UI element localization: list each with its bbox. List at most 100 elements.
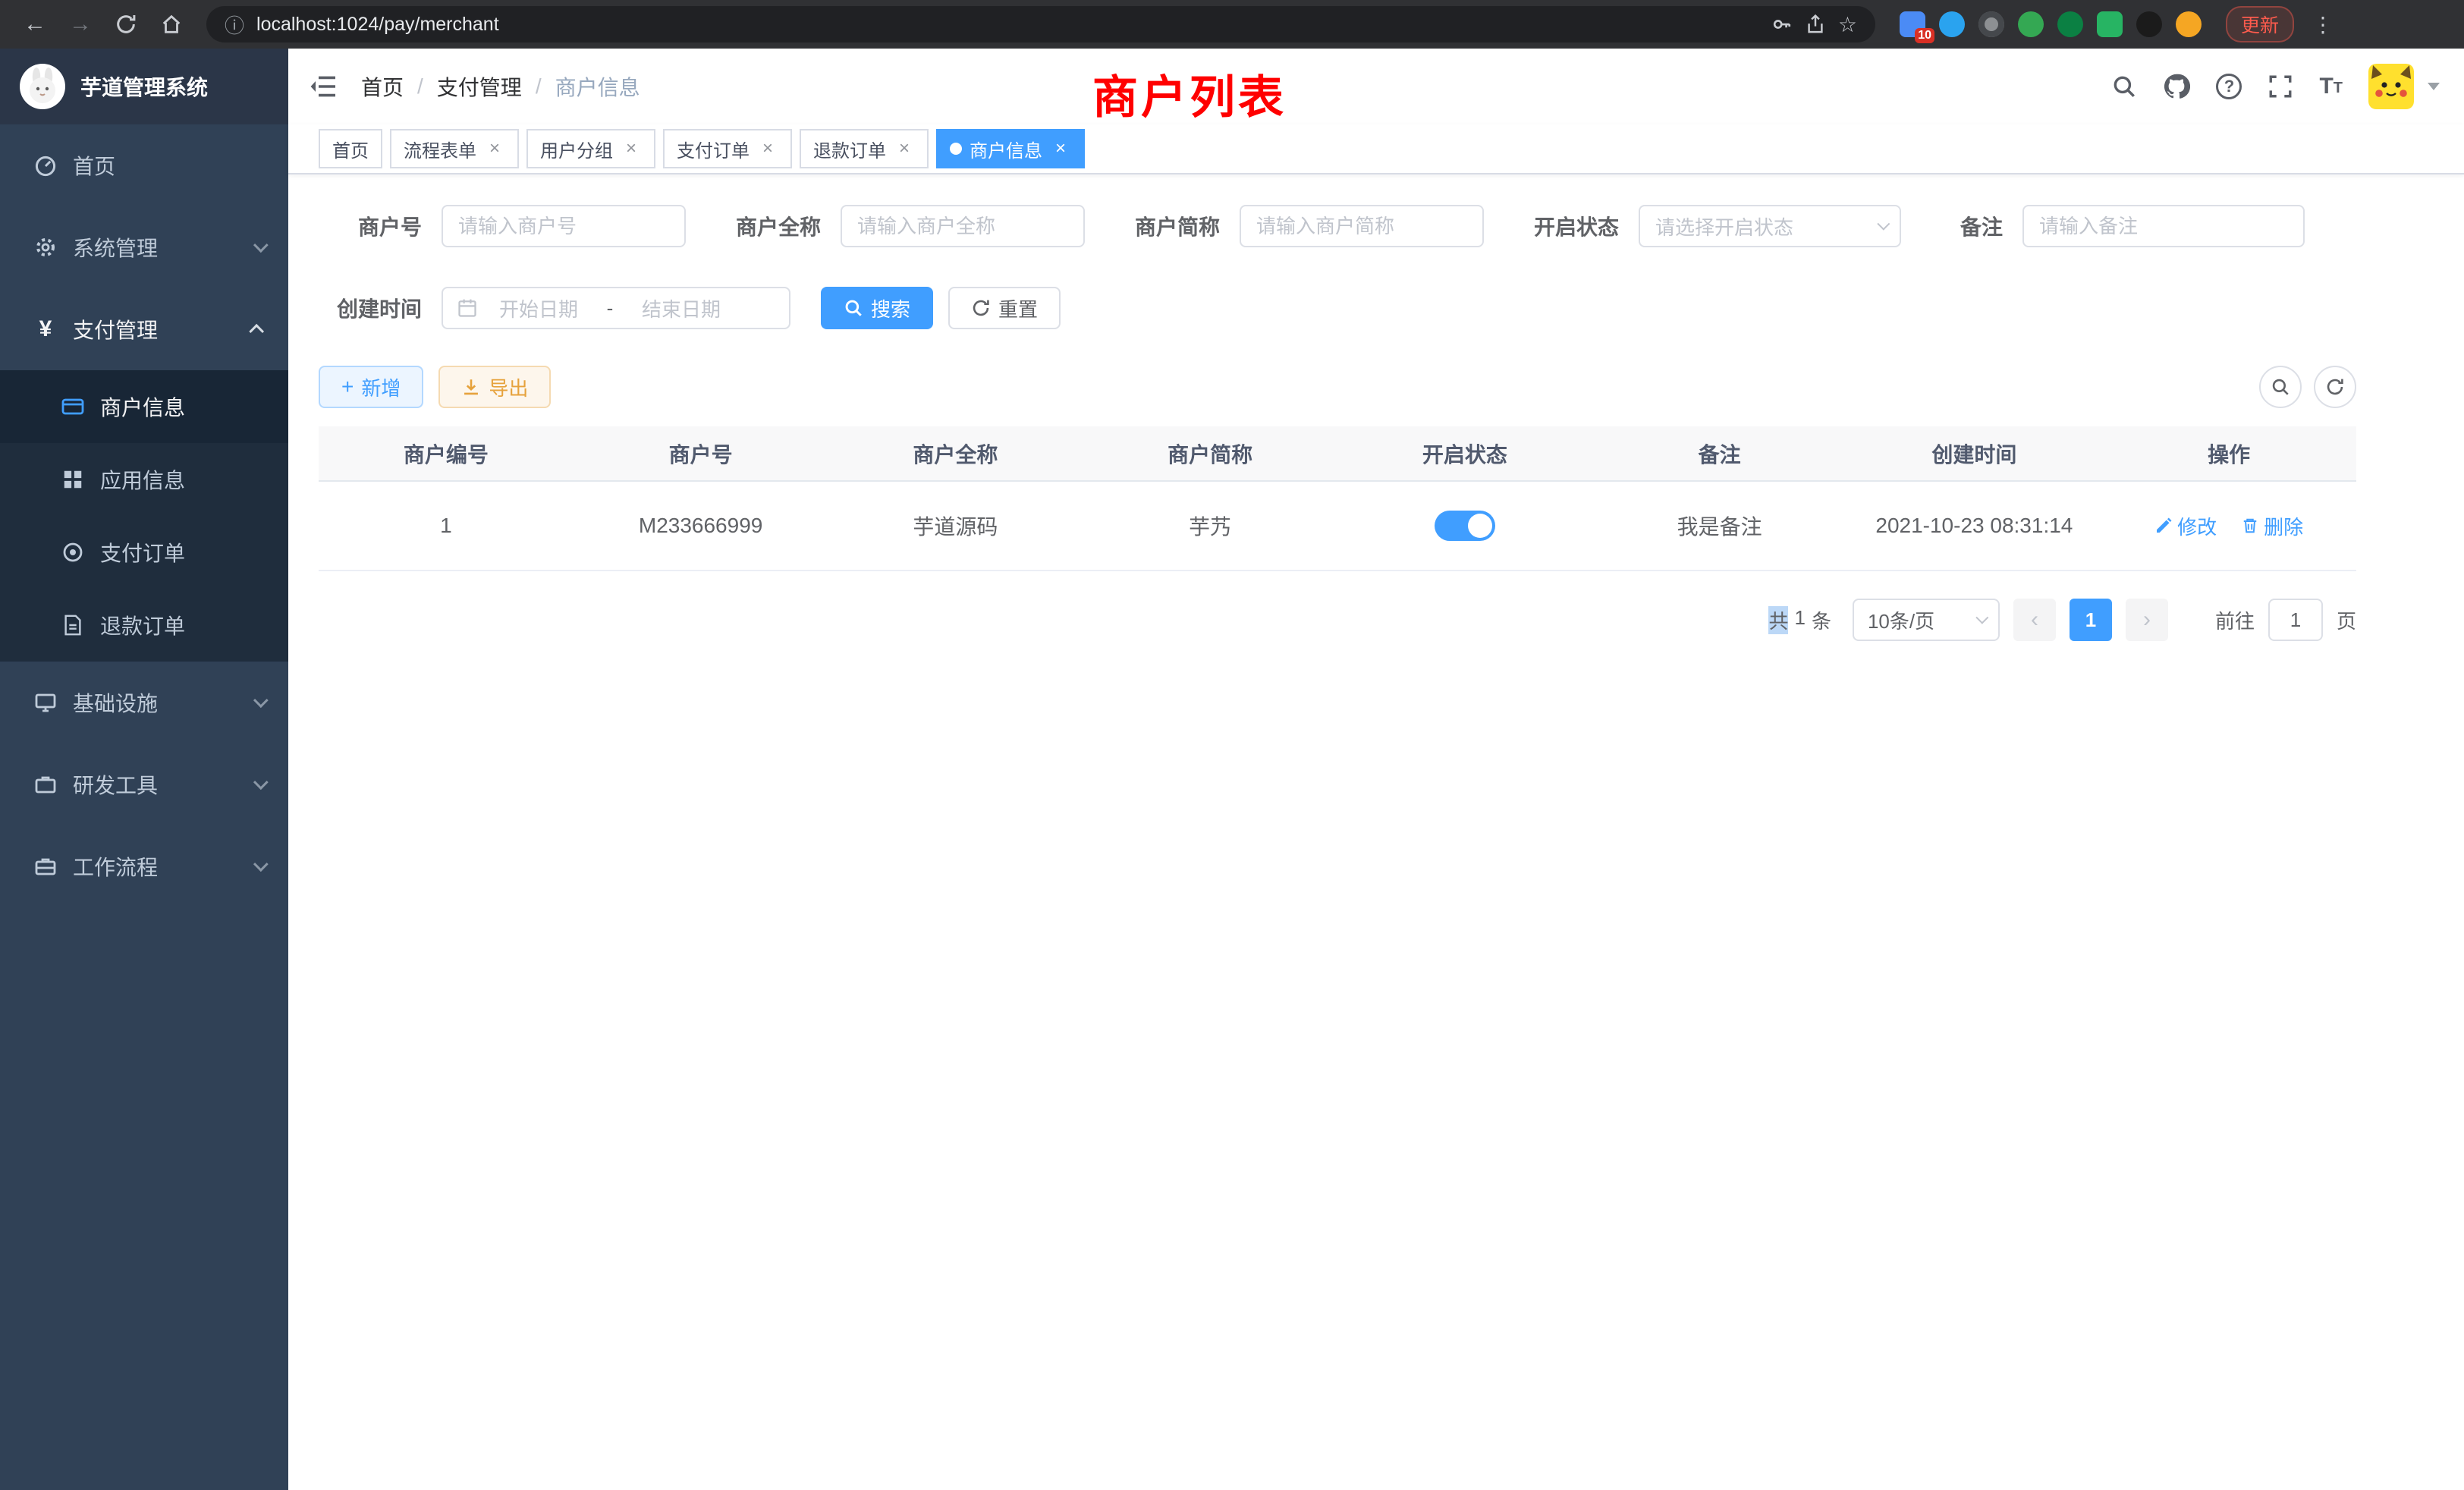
close-icon[interactable]: × (1050, 138, 1071, 159)
goto-label: 前往 (2215, 606, 2255, 634)
remark-input[interactable] (2022, 205, 2305, 247)
cell-short-name: 芋艿 (1083, 481, 1337, 571)
extension-icon-1[interactable]: 10 (1900, 11, 1925, 37)
tab-pay-order[interactable]: 支付订单× (663, 129, 792, 168)
tab-user-group[interactable]: 用户分组× (526, 129, 655, 168)
refresh-icon-button[interactable] (2314, 366, 2356, 408)
chevron-down-icon (1877, 218, 1890, 231)
sidebar-item-pay-order[interactable]: 支付订单 (0, 516, 288, 589)
tab-refund-order[interactable]: 退款订单× (800, 129, 929, 168)
sidebar-item-home[interactable]: 首页 (0, 124, 288, 206)
sidebar-item-infra[interactable]: 基础设施 (0, 662, 288, 743)
sidebar-item-label: 退款订单 (100, 610, 185, 640)
back-icon[interactable]: ← (15, 5, 55, 44)
page-content: 商户号 商户全称 商户简称 开启状态 (288, 174, 2464, 641)
bookmark-star-icon[interactable]: ☆ (1838, 12, 1857, 37)
close-icon[interactable]: × (894, 138, 915, 159)
add-button[interactable]: + 新增 (319, 366, 423, 408)
github-icon[interactable] (2163, 73, 2190, 100)
page-1-button[interactable]: 1 (2070, 599, 2112, 641)
main-area: 首页 / 支付管理 / 商户信息 商户列表 ? (288, 49, 2464, 1490)
search-icon[interactable] (2111, 74, 2137, 99)
close-icon[interactable]: × (757, 138, 778, 159)
breadcrumb-payment[interactable]: 支付管理 (437, 71, 522, 102)
col-header-actions: 操作 (2101, 426, 2356, 481)
prev-page-button[interactable]: ‹ (2013, 599, 2056, 641)
breadcrumb-home[interactable]: 首页 (361, 71, 404, 102)
yen-icon: ¥ (33, 317, 58, 341)
order-record-icon (61, 540, 85, 564)
page-size-select[interactable]: 10条/页 (1853, 599, 2000, 641)
profile-avatar-icon[interactable] (2176, 11, 2202, 37)
sidebar-item-label: 应用信息 (100, 464, 185, 495)
extension-icon-6[interactable] (2097, 11, 2123, 37)
user-avatar[interactable] (2368, 64, 2414, 109)
short-name-input[interactable] (1240, 205, 1484, 247)
user-menu-caret-icon[interactable] (2428, 83, 2440, 90)
goto-page-input[interactable] (2268, 599, 2323, 641)
calendar-icon (457, 297, 478, 319)
end-date-placeholder: 结束日期 (627, 294, 736, 322)
sidebar-item-label: 首页 (73, 150, 115, 181)
chrome-update-button[interactable]: 更新 (2226, 6, 2294, 42)
col-header-merchant-no: 商户号 (574, 426, 828, 481)
sidebar-item-workflow[interactable]: 工作流程 (0, 825, 288, 907)
reset-button[interactable]: 重置 (948, 287, 1061, 329)
extension-icon-5[interactable] (2057, 11, 2083, 37)
close-icon[interactable]: × (621, 138, 642, 159)
sidebar-toggle-icon[interactable] (310, 74, 337, 99)
close-icon[interactable]: × (484, 138, 505, 159)
cell-status (1337, 481, 1592, 571)
status-select[interactable]: 请选择开启状态 (1639, 205, 1901, 247)
chevron-down-icon (253, 857, 269, 872)
extension-icon-3[interactable] (1978, 11, 2004, 37)
home-icon[interactable] (152, 5, 191, 44)
sidebar-item-system[interactable]: 系统管理 (0, 206, 288, 288)
monitor-icon (33, 690, 58, 715)
create-time-label: 创建时间 (319, 293, 422, 323)
toggle-search-icon-button[interactable] (2259, 366, 2302, 408)
edit-link[interactable]: 修改 (2154, 512, 2217, 540)
address-bar[interactable]: ⓘ localhost:1024/pay/merchant ☆ (206, 6, 1875, 42)
app-title: 芋道管理系统 (80, 71, 208, 102)
remark-label: 备注 (1933, 211, 2003, 241)
font-size-icon[interactable]: TT (2319, 75, 2343, 98)
table-header-row: 商户编号 商户号 商户全称 商户简称 开启状态 备注 创建时间 操作 (319, 426, 2356, 481)
extension-icon-2[interactable] (1939, 11, 1965, 37)
extension-icon-7[interactable] (2136, 11, 2162, 37)
next-page-button[interactable]: › (2126, 599, 2168, 641)
password-key-icon[interactable] (1771, 14, 1793, 35)
extension-icon-4[interactable] (2018, 11, 2044, 37)
search-button[interactable]: 搜索 (821, 287, 933, 329)
status-toggle[interactable] (1435, 511, 1495, 541)
full-name-input[interactable] (841, 205, 1085, 247)
browser-menu-icon[interactable]: ⋮ (2312, 12, 2335, 37)
tab-process-form[interactable]: 流程表单× (390, 129, 519, 168)
sidebar-item-payment[interactable]: ¥ 支付管理 (0, 288, 288, 370)
sidebar-item-merchant-info[interactable]: 商户信息 (0, 370, 288, 443)
share-icon[interactable] (1805, 14, 1826, 35)
help-icon[interactable]: ? (2216, 74, 2242, 99)
delete-link[interactable]: 删除 (2241, 512, 2303, 540)
reload-icon[interactable] (106, 5, 146, 44)
table-row: 1 M233666999 芋道源码 芋艿 我是备注 2021-10-23 08:… (319, 481, 2356, 571)
site-info-icon[interactable]: ⓘ (225, 11, 244, 39)
sidebar-logo[interactable]: 芋道管理系统 (0, 49, 288, 124)
short-name-label: 商户简称 (1117, 211, 1220, 241)
chevron-down-icon (1975, 611, 1988, 624)
date-range-picker[interactable]: 开始日期 - 结束日期 (442, 287, 790, 329)
tab-home[interactable]: 首页 (319, 129, 382, 168)
sidebar-item-app-info[interactable]: 应用信息 (0, 443, 288, 516)
export-button[interactable]: 导出 (438, 366, 551, 408)
col-header-full-name: 商户全称 (828, 426, 1083, 481)
forward-icon[interactable]: → (61, 5, 100, 44)
merchant-no-label: 商户号 (319, 211, 422, 241)
merchant-no-input[interactable] (442, 205, 686, 247)
extensions-area: 10 (1900, 11, 2202, 37)
sidebar-item-refund-order[interactable]: 退款订单 (0, 589, 288, 662)
tab-merchant-info[interactable]: 商户信息× (936, 129, 1085, 168)
date-separator: - (599, 297, 621, 320)
fullscreen-icon[interactable] (2268, 74, 2293, 99)
sidebar-item-dev-tools[interactable]: 研发工具 (0, 743, 288, 825)
col-header-no: 商户编号 (319, 426, 574, 481)
